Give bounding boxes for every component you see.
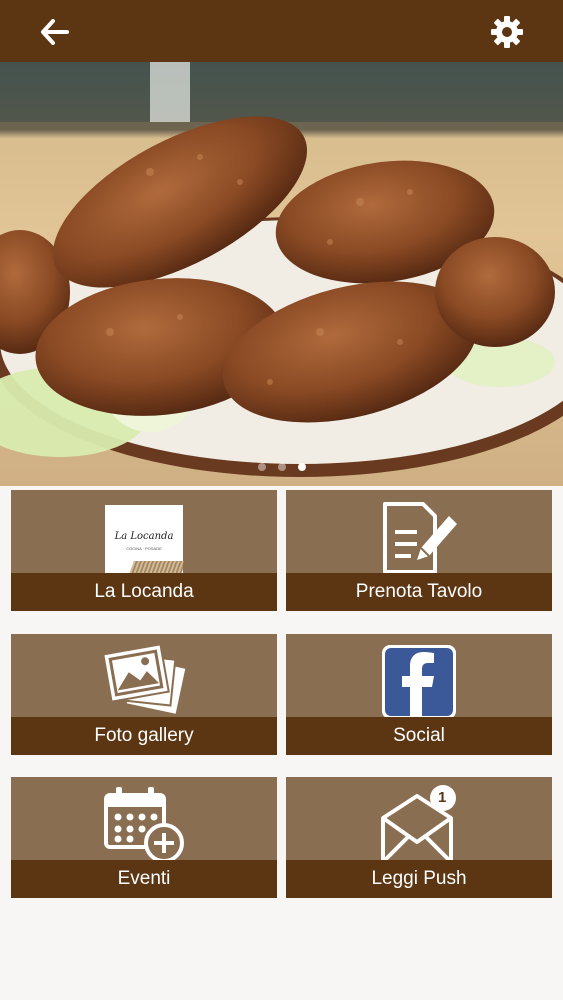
- tile-label: Foto gallery: [11, 717, 277, 755]
- calendar-plus-icon: [104, 786, 184, 863]
- tile-label: Eventi: [11, 860, 277, 898]
- unread-count-badge: 1: [438, 788, 447, 806]
- tile-eventi[interactable]: Eventi: [11, 777, 277, 898]
- tile-social[interactable]: Social: [286, 634, 552, 755]
- tile-leggi-push[interactable]: 1 Leggi Push: [286, 777, 552, 898]
- carousel-indicator: [0, 463, 563, 477]
- hero-food-photo[interactable]: [0, 62, 563, 486]
- arrow-left-icon: [41, 19, 69, 45]
- tile-la-locanda[interactable]: La Locanda COCINA · POSADE La Locanda: [11, 490, 277, 611]
- photo-stack-icon: [102, 642, 186, 714]
- tile-label: La Locanda: [11, 573, 277, 611]
- tile-foto-gallery[interactable]: Foto gallery: [11, 634, 277, 755]
- carousel-dot-3[interactable]: [297, 463, 306, 471]
- envelope-badge-icon: [381, 784, 456, 864]
- envelope-badge: 1: [377, 784, 461, 866]
- tile-label: Prenota Tavolo: [286, 573, 552, 611]
- facebook-icon: [382, 644, 456, 719]
- document-pen-icon: [383, 501, 457, 574]
- back-button[interactable]: [36, 13, 74, 51]
- top-bar: [0, 0, 563, 62]
- la-locanda-logo: La Locanda COCINA · POSADE: [105, 504, 186, 583]
- settings-button[interactable]: [487, 12, 527, 52]
- tile-label: Social: [286, 717, 552, 755]
- croquettes-illustration: [0, 62, 563, 477]
- tile-prenota-tavolo[interactable]: Prenota Tavolo: [286, 490, 552, 611]
- tile-label: Leggi Push: [286, 860, 552, 898]
- carousel-dot-1[interactable]: [257, 463, 266, 471]
- gear-icon: [491, 16, 523, 48]
- carousel-dot-2[interactable]: [277, 463, 286, 471]
